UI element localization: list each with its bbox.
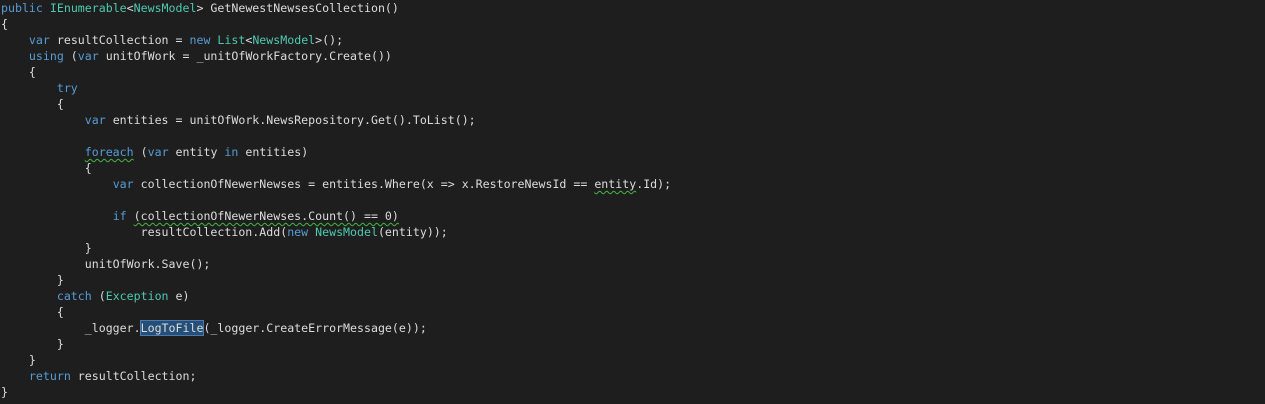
code-token: var <box>147 145 169 159</box>
code-token: { <box>1 305 64 319</box>
code-token: new <box>287 225 309 239</box>
code-line[interactable]: unitOfWork.Save(); <box>1 256 211 272</box>
code-token: if <box>112 209 127 223</box>
code-token: public <box>1 1 43 15</box>
code-line[interactable]: } <box>1 352 36 368</box>
code-token: _logger. <box>1 321 141 335</box>
code-token: unitOfWork.Save(); <box>1 257 211 271</box>
code-token: { <box>1 97 64 111</box>
code-token: IEnumerable <box>49 1 127 15</box>
code-token: NewsModel <box>252 33 316 47</box>
code-token: { <box>1 161 92 175</box>
code-token: foreach <box>84 145 134 159</box>
code-line[interactable]: foreach (var entity in entities) <box>1 144 308 160</box>
code-token: entities) <box>238 145 309 159</box>
code-token: var <box>77 49 99 63</box>
code-line[interactable]: try <box>1 80 78 96</box>
code-token: entity <box>168 145 225 159</box>
code-line[interactable]: catch (Exception e) <box>1 288 190 304</box>
code-line[interactable]: } <box>1 240 92 256</box>
code-token: Exception <box>105 289 169 303</box>
code-token: NewsModel <box>315 225 378 239</box>
code-token: entities = unitOfWork.NewsRepository.Get… <box>105 113 476 127</box>
code-token: entity <box>594 177 637 191</box>
code-token: } <box>1 353 36 367</box>
code-token: e) <box>168 289 190 303</box>
code-line[interactable]: var collectionOfNewerNewses = entities.W… <box>1 176 671 192</box>
code-token: } <box>1 241 92 255</box>
code-line[interactable]: } <box>1 336 64 352</box>
code-token: in <box>224 145 239 159</box>
code-line[interactable]: return resultCollection; <box>1 368 197 384</box>
code-token: (collectionOfNewerNewses.Count() == 0) <box>133 209 399 223</box>
code-line[interactable]: { <box>1 96 64 112</box>
code-token: return <box>28 369 71 383</box>
code-token: ( <box>133 145 148 159</box>
code-line[interactable]: using (var unitOfWork = _unitOfWorkFacto… <box>1 48 392 64</box>
code-token: < <box>126 1 134 15</box>
code-token: } <box>1 273 64 287</box>
code-token: { <box>1 17 8 31</box>
code-token: unitOfWork = _unitOfWorkFactory.Create()… <box>98 49 392 63</box>
code-token: ( <box>63 49 78 63</box>
code-token: new <box>189 33 211 47</box>
code-token: ( <box>91 289 106 303</box>
code-token: resultCollection.Add( <box>1 225 288 239</box>
code-token: { <box>1 65 36 79</box>
code-line[interactable]: if (collectionOfNewerNewses.Count() == 0… <box>1 208 399 224</box>
code-token: (entity)); <box>377 225 448 239</box>
code-line[interactable]: { <box>1 16 8 32</box>
code-line[interactable]: } <box>1 272 64 288</box>
code-token: resultCollection = <box>49 33 190 47</box>
code-token: (_logger.CreateErrorMessage(e)); <box>203 321 427 335</box>
code-token: using <box>28 49 64 63</box>
code-line[interactable]: var entities = unitOfWork.NewsRepository… <box>1 112 476 128</box>
code-line[interactable]: _logger.LogToFile(_logger.CreateErrorMes… <box>1 320 427 336</box>
code-token: NewsModel <box>133 1 197 15</box>
code-token: .Id); <box>636 177 672 191</box>
code-token: var <box>112 177 134 191</box>
code-token: } <box>1 385 8 399</box>
code-token: resultCollection; <box>70 369 197 383</box>
code-line[interactable]: var resultCollection = new List<NewsMode… <box>1 32 343 48</box>
code-line[interactable]: resultCollection.Add(new NewsModel(entit… <box>1 224 448 240</box>
code-line[interactable]: { <box>1 64 36 80</box>
code-editor[interactable]: public IEnumerable<NewsModel> GetNewestN… <box>0 0 1265 404</box>
code-line[interactable]: { <box>1 304 64 320</box>
code-token: collectionOfNewerNewses = entities.Where… <box>133 177 595 191</box>
code-token: LogToFile <box>139 320 205 336</box>
code-line[interactable]: public IEnumerable<NewsModel> GetNewestN… <box>1 0 399 16</box>
code-token: try <box>56 81 78 95</box>
code-token: > GetNewestNewsesCollection() <box>196 1 399 15</box>
code-token: var <box>28 33 50 47</box>
code-token: catch <box>56 289 92 303</box>
code-line[interactable]: { <box>1 160 92 176</box>
code-token: } <box>1 337 64 351</box>
code-token: var <box>84 113 106 127</box>
code-line[interactable]: } <box>1 384 8 400</box>
code-token: >(); <box>315 33 344 47</box>
code-token: List <box>217 33 246 47</box>
